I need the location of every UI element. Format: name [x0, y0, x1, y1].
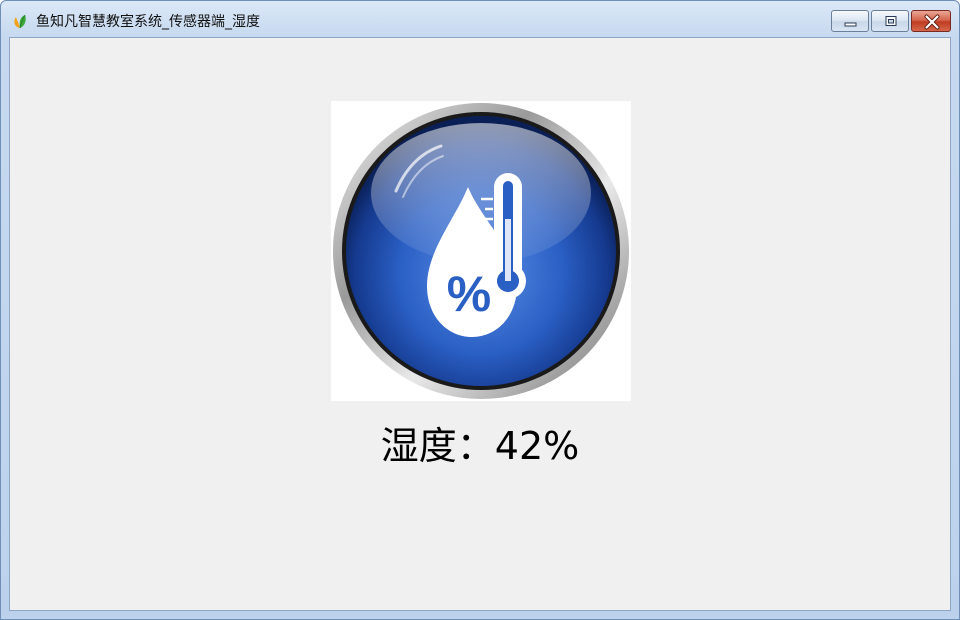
restore-icon: [885, 16, 897, 26]
caption-buttons: [829, 10, 951, 32]
humidity-value: 42%: [494, 424, 580, 468]
client-area: % 湿度：42%: [9, 37, 951, 611]
app-window: 鱼知凡智慧教室系统_传感器端_湿度 % 湿度：42%: [0, 0, 960, 620]
title-bar[interactable]: 鱼知凡智慧教室系统_传感器端_湿度: [1, 1, 959, 37]
sensor-image: %: [331, 101, 631, 401]
humidity-separator: ：: [456, 424, 495, 468]
minimize-icon: [844, 22, 857, 27]
leaf-app-icon: [14, 14, 26, 29]
minimize-button[interactable]: [831, 10, 869, 32]
humidity-label: 湿度: [380, 424, 457, 468]
icon-percent-glyph: %: [447, 266, 491, 322]
humidity-thermometer-icon: %: [333, 103, 629, 399]
close-button[interactable]: [911, 10, 951, 32]
window-title: 鱼知凡智慧教室系统_传感器端_湿度: [36, 14, 260, 30]
close-icon: [924, 14, 940, 30]
humidity-readout: 湿度：42%: [10, 424, 950, 468]
restore-button[interactable]: [871, 10, 909, 32]
